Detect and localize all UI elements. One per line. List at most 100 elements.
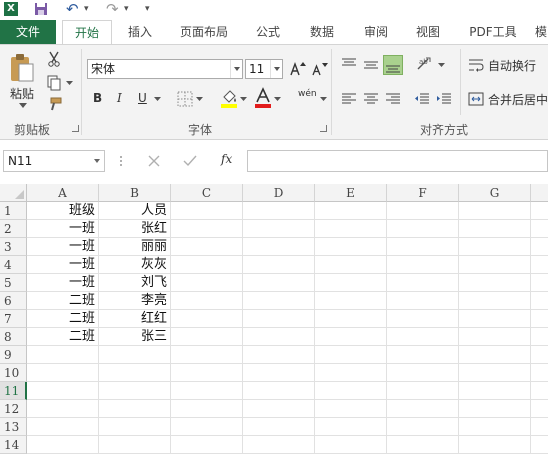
grid-cell[interactable]	[531, 346, 548, 364]
grid-cell[interactable]	[387, 310, 459, 328]
paste-dropdown-icon[interactable]	[19, 103, 27, 109]
increase-indent-icon[interactable]	[436, 91, 452, 107]
grid-cell[interactable]	[99, 400, 171, 418]
grid-cell[interactable]	[27, 436, 99, 454]
underline-button[interactable]: U	[138, 91, 147, 105]
tab-file[interactable]: 文件	[0, 20, 56, 44]
grid-cell[interactable]	[387, 418, 459, 436]
decrease-indent-icon[interactable]	[414, 91, 430, 107]
grid-cell[interactable]	[315, 418, 387, 436]
align-right-icon[interactable]	[385, 91, 401, 107]
grid-cell[interactable]	[99, 436, 171, 454]
grid-cell[interactable]	[171, 292, 243, 310]
grid-cell[interactable]	[459, 274, 531, 292]
tab-pdf-tools[interactable]: PDF工具	[460, 20, 526, 44]
fill-color-dropdown-icon[interactable]	[240, 97, 247, 102]
grid-cell[interactable]	[243, 436, 315, 454]
shrink-font-icon[interactable]	[311, 59, 329, 79]
font-dialog-launcher[interactable]	[320, 125, 327, 132]
column-header-e[interactable]: E	[315, 184, 387, 202]
grid-cell[interactable]	[315, 202, 387, 220]
grid-cell[interactable]	[387, 436, 459, 454]
tab-template[interactable]: 模	[534, 20, 548, 44]
font-name-dropdown-icon[interactable]	[230, 60, 242, 78]
grid-cell[interactable]	[99, 346, 171, 364]
grid-cell[interactable]	[243, 292, 315, 310]
row-header[interactable]: 3	[0, 238, 27, 256]
grid-cell[interactable]: 刘飞	[99, 274, 171, 292]
column-header-d[interactable]: D	[243, 184, 315, 202]
merge-center-button[interactable]: 合并后居中	[488, 91, 548, 108]
grid-cell[interactable]	[459, 256, 531, 274]
grid-cell[interactable]	[531, 220, 548, 238]
grid-cell[interactable]: 人员	[99, 202, 171, 220]
tab-formulas[interactable]: 公式	[246, 20, 290, 44]
grid-cell[interactable]	[531, 382, 548, 400]
grid-cell[interactable]: 一班	[27, 220, 99, 238]
grid-cell[interactable]	[459, 202, 531, 220]
grid-cell[interactable]	[171, 346, 243, 364]
fill-color-icon[interactable]	[220, 87, 238, 109]
bold-button[interactable]: B	[93, 91, 102, 105]
tab-home[interactable]: 开始	[62, 20, 112, 45]
grid-cell[interactable]	[315, 292, 387, 310]
grid-cell[interactable]	[243, 256, 315, 274]
grid-cell[interactable]	[531, 364, 548, 382]
tab-page-layout[interactable]: 页面布局	[172, 20, 236, 44]
row-header[interactable]: 4	[0, 256, 27, 274]
grid-cell[interactable]	[243, 328, 315, 346]
italic-button[interactable]: I	[117, 91, 122, 105]
grid-cell[interactable]	[531, 436, 548, 454]
row-header[interactable]: 13	[0, 418, 27, 436]
enter-icon[interactable]	[183, 154, 197, 168]
grid-cell[interactable]	[171, 274, 243, 292]
grid-cell[interactable]	[243, 346, 315, 364]
wrap-text-button[interactable]: 自动换行	[488, 57, 536, 74]
paste-button[interactable]: 粘贴	[10, 85, 34, 102]
grid-cell[interactable]	[171, 436, 243, 454]
format-painter-icon[interactable]	[46, 97, 62, 113]
grid-cell[interactable]	[315, 328, 387, 346]
grid-cell[interactable]	[387, 238, 459, 256]
grid-cell[interactable]	[459, 220, 531, 238]
grid-cell[interactable]	[27, 346, 99, 364]
formula-input[interactable]	[247, 150, 548, 172]
borders-dropdown-icon[interactable]	[196, 97, 203, 102]
row-header[interactable]: 2	[0, 220, 27, 238]
grid-cell[interactable]	[459, 238, 531, 256]
grid-cell[interactable]	[387, 400, 459, 418]
grid-cell[interactable]	[531, 274, 548, 292]
grid-cell[interactable]	[531, 328, 548, 346]
cancel-icon[interactable]	[147, 154, 161, 168]
worksheet-grid[interactable]: A B C D E F G 1 班级 人员 2 一班 张红 3 一班 丽丽 4 一班 灰灰 5 一班 刘飞 6…	[0, 184, 548, 459]
grid-cell[interactable]	[315, 256, 387, 274]
copy-dropdown-icon[interactable]	[66, 81, 73, 86]
grid-cell[interactable]	[387, 202, 459, 220]
grid-cell[interactable]	[171, 328, 243, 346]
grid-cell[interactable]	[27, 382, 99, 400]
grid-cell[interactable]	[531, 400, 548, 418]
tab-view[interactable]: 视图	[406, 20, 450, 44]
grid-cell[interactable]	[315, 436, 387, 454]
grid-cell[interactable]	[315, 238, 387, 256]
grid-cell[interactable]	[531, 238, 548, 256]
wrap-text-icon[interactable]	[468, 57, 484, 73]
grid-cell[interactable]	[243, 238, 315, 256]
row-header[interactable]: 12	[0, 400, 27, 418]
grid-cell[interactable]	[387, 346, 459, 364]
tab-data[interactable]: 数据	[298, 20, 346, 44]
grid-cell[interactable]	[459, 364, 531, 382]
grid-cell[interactable]: 一班	[27, 274, 99, 292]
grid-cell[interactable]	[171, 418, 243, 436]
grid-cell[interactable]	[315, 382, 387, 400]
row-header[interactable]: 14	[0, 436, 27, 454]
tab-insert[interactable]: 插入	[118, 20, 162, 44]
font-name-combo[interactable]: 宋体	[87, 59, 243, 79]
grid-cell[interactable]	[171, 310, 243, 328]
grid-cell[interactable]: 红红	[99, 310, 171, 328]
grid-cell[interactable]	[459, 382, 531, 400]
align-center-icon[interactable]	[363, 91, 379, 107]
grid-cell[interactable]	[243, 418, 315, 436]
column-header-b[interactable]: B	[99, 184, 171, 202]
merge-center-icon[interactable]	[468, 91, 484, 107]
